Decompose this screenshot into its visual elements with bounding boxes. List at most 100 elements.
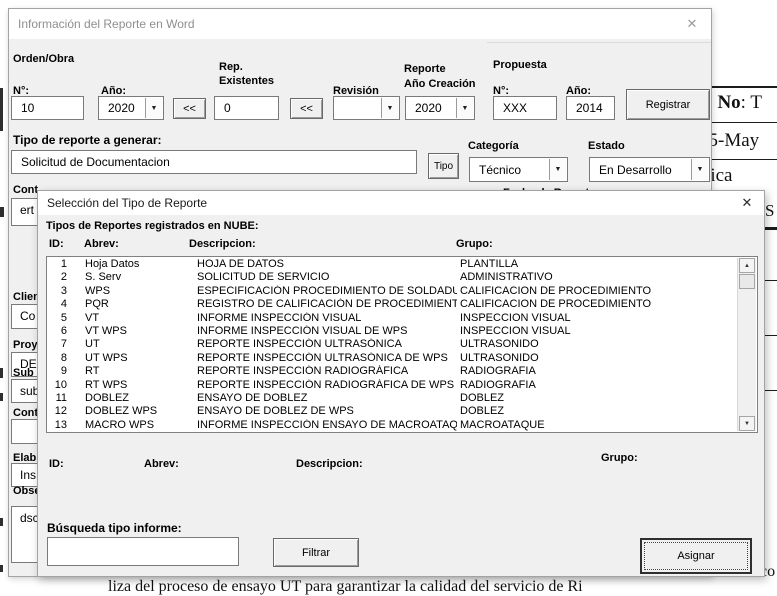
list-item[interactable]: 10 RT WPS REPORTE INSPECCIÓN RADIOGRÁFIC… [47,379,738,392]
list-item-descripcion: ESPECIFICACIÓN PROCEDIMIENTO DE SOLDADUR… [197,285,457,297]
chevron-down-icon[interactable]: ▼ [145,98,162,118]
list-item-abrev: PQR [85,298,190,310]
list-item-grupo: ADMINISTRATIVO [460,271,736,283]
detail-id-label: ID: [49,458,64,470]
search-label: Búsqueda tipo informe: [47,521,182,535]
detail-grupo-label: Grupo: [601,452,638,464]
header-id: ID: [49,238,64,250]
detail-descripcion-label: Descripcion: [296,458,363,470]
list-item-descripcion: INFORME INSPECCIÓN VISUAL [197,312,457,324]
header-grupo: Grupo: [456,238,493,250]
list-item[interactable]: 1 Hoja Datos HOJA DE DATOS PLANTILLA [47,258,738,271]
list-item-id: 13 [51,419,67,431]
propuesta-ano-input[interactable] [566,96,615,120]
list-item-id: 3 [51,285,67,297]
orden-ano-value: 2020 [108,101,135,115]
doc-edge-mark [0,88,3,131]
doc-table-border [765,390,777,391]
list-item-descripcion: REPORTE INSPECCIÓN RADIOGRÁFICA [197,365,457,377]
list-item[interactable]: 9 RT REPORTE INSPECCIÓN RADIOGRÁFICA RAD… [47,365,738,378]
list-item[interactable]: 11 DOBLEZ ENSAYO DE DOBLEZ DOBLEZ [47,392,738,405]
doc-edge-mark [0,207,4,217]
list-item-id: 9 [51,365,67,377]
list-item-grupo: INSPECCION VISUAL [460,312,736,324]
list-item-grupo: CALIFICACION DE PROCEDIMIENTO [460,298,736,310]
list-item[interactable]: 6 VT WPS INFORME INSPECCIÓN VISUAL DE WP… [47,325,738,338]
list-item-id: 12 [51,405,67,417]
list-item-descripcion: ENSAYO DE DOBLEZ [197,392,457,404]
list-item-abrev: VT WPS [85,325,190,337]
list-item-abrev: VT [85,312,190,324]
list-item-abrev: S. Serv [85,271,190,283]
list-item[interactable]: 8 UT WPS REPORTE INSPECCIÓN ULTRASÓNICA … [47,352,738,365]
filtrar-button[interactable]: Filtrar [273,538,359,567]
reporte-ano-creacion-label: Año Creación [404,78,476,90]
rep-existentes-label: Existentes [219,75,274,87]
cliente-label: Clien [13,291,40,303]
report-types-listbox[interactable]: 1 Hoja Datos HOJA DE DATOS PLANTILLA 2 S… [46,256,758,433]
list-item[interactable]: 4 PQR REGISTRO DE CALIFICACIÓN DE PROCED… [47,298,738,311]
close-icon[interactable]: ✕ [683,15,701,33]
header-abrev: Abrev: [84,238,119,250]
list-item-id: 6 [51,325,67,337]
propuesta-numero-input[interactable] [493,96,557,120]
list-item-abrev: WPS [85,285,190,297]
orden-ano-combobox[interactable]: 2020 ▼ [98,96,164,120]
rep-existentes-input[interactable] [214,96,279,120]
doc-table-border [765,227,777,230]
list-item[interactable]: 5 VT INFORME INSPECCIÓN VISUAL INSPECCIO… [47,312,738,325]
list-item[interactable]: 7 UT REPORTE INSPECCIÓN ULTRASÓNICA ULTR… [47,338,738,351]
close-icon[interactable]: ✕ [738,194,756,212]
categoria-label: Categoría [468,140,519,152]
dialog-seleccion-tipo-reporte: Selección del Tipo de Reporte ✕ Tipos de… [37,190,765,577]
doc-edge-mark [0,368,3,378]
orden-obra-section-label: Orden/Obra [13,53,74,65]
reporte-ano-creacion-label: Reporte [404,63,446,75]
tipo-reporte-input[interactable] [11,150,417,174]
list-item[interactable]: 12 DOBLEZ WPS ENSAYO DE DOBLEZ DE WPS DO… [47,405,738,418]
list-item-abrev: DOBLEZ [85,392,190,404]
asignar-button[interactable]: Asignar [640,538,752,574]
scroll-down-icon[interactable]: ▼ [739,416,755,431]
chevron-down-icon[interactable]: ▼ [691,159,708,180]
back-button[interactable]: << [290,98,323,119]
propuesta-frame [487,42,711,43]
doc-text-fragment: S [765,201,774,221]
list-item-descripcion: INFORME INSPECCIÓN VISUAL DE WPS [197,325,457,337]
list-item-id: 5 [51,312,67,324]
dialog1-titlebar: Información del Reporte en Word ✕ [9,9,711,39]
scroll-up-icon[interactable]: ▲ [739,258,755,273]
chevron-down-icon[interactable]: ▼ [549,159,566,180]
chevron-down-icon[interactable]: ▼ [381,98,398,118]
search-input[interactable] [47,537,239,566]
orden-numero-input[interactable] [11,96,84,120]
doc-edge-mark [0,393,3,401]
scrollbar-thumb[interactable] [739,274,755,289]
list-item-grupo: RADIOGRAFIA [460,379,736,391]
list-item[interactable]: 2 S. Serv SOLICITUD DE SERVICIO ADMINIST… [47,271,738,284]
doc-bottom-text-fragment: liza del proceso de ensayo UT para garan… [108,578,583,596]
dialog2-titlebar: Selección del Tipo de Reporte ✕ [38,191,764,215]
categoria-combobox[interactable]: Técnico ▼ [469,157,568,182]
list-item[interactable]: 13 MACRO WPS INFORME INSPECCIÓN ENSAYO D… [47,419,738,432]
listbox-scrollbar[interactable]: ▲ ▼ [737,258,756,431]
estado-combobox[interactable]: En Desarrollo ▼ [589,157,710,182]
list-item-grupo: MACROATAQUE [460,419,736,431]
list-item-descripcion: INFORME INSPECCIÓN ENSAYO DE MACROATAQUE… [197,419,457,431]
list-item-grupo: ULTRASONIDO [460,338,736,350]
revision-combobox[interactable]: ▼ [333,96,400,120]
dialog1-title: Información del Reporte en Word [18,17,195,31]
registrar-button[interactable]: Registrar [626,89,710,120]
list-item-descripcion: REPORTE INSPECCIÓN RADIOGRÁFICA DE WPS [197,379,457,391]
list-item-abrev: MACRO WPS [85,419,190,431]
ano-creacion-combobox[interactable]: 2020 ▼ [405,96,475,120]
chevron-down-icon[interactable]: ▼ [456,98,473,118]
list-item[interactable]: 3 WPS ESPECIFICACIÓN PROCEDIMIENTO DE SO… [47,285,738,298]
list-item-grupo: PLANTILLA [460,258,736,270]
rep-existentes-label: Rep. [219,61,243,73]
propuesta-section-label: Propuesta [493,59,547,71]
back-button[interactable]: << [173,98,206,119]
detail-abrev-label: Abrev: [144,458,179,470]
list-subtitle: Tipos de Reportes registrados en NUBE: [46,220,259,232]
tipo-button[interactable]: Tipo [428,153,459,179]
